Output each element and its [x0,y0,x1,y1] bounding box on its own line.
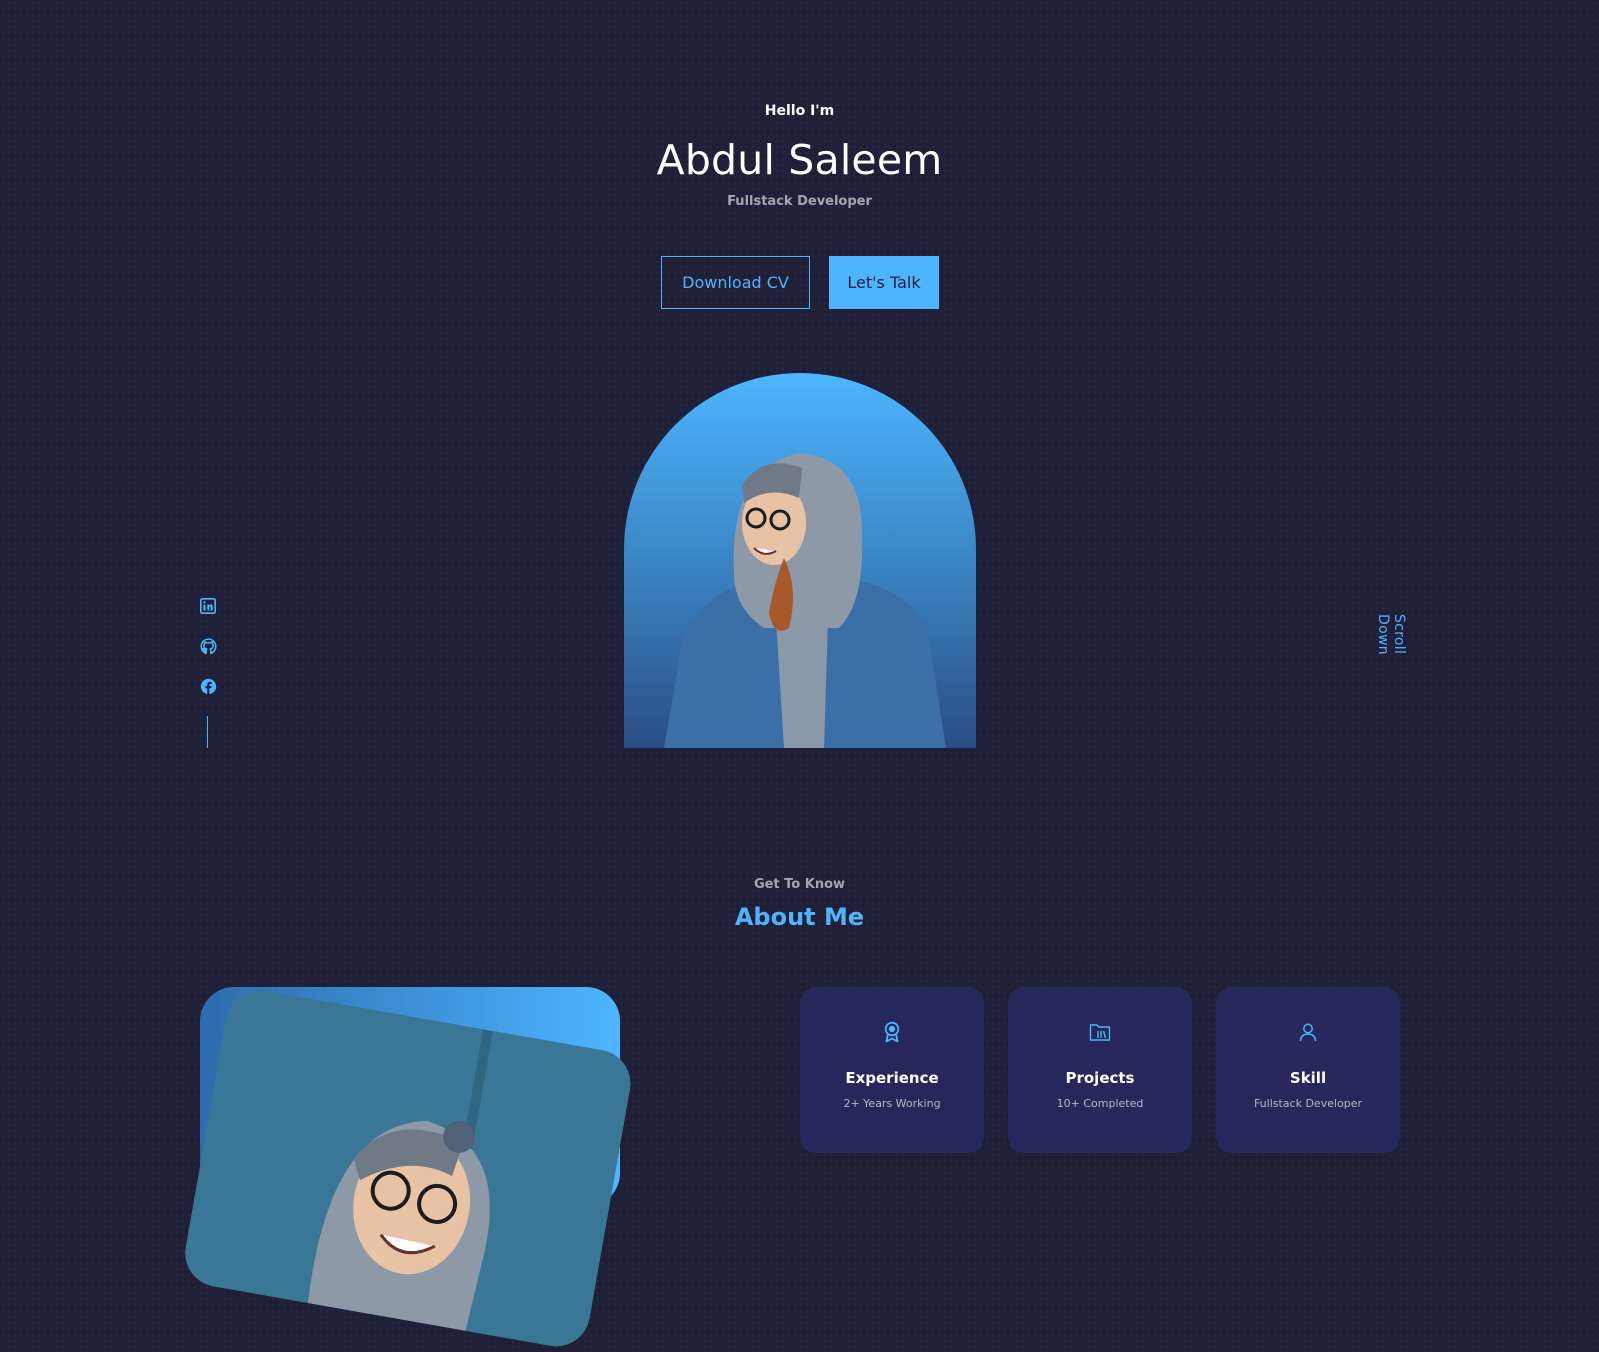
card-subtitle: 2+ Years Working [843,1097,941,1110]
folder-icon [1089,1021,1111,1043]
linkedin-icon[interactable] [199,597,217,615]
hero-portrait [624,373,976,748]
card-title: Experience [845,1069,939,1087]
github-icon[interactable] [199,637,217,655]
about-eyebrow: Get To Know [753,877,846,892]
hero-role: Fullstack Developer [727,194,872,209]
hero-greeting: Hello I'm [764,103,835,119]
social-divider-line [207,716,208,748]
card-title: Skill [1289,1069,1327,1087]
award-icon [881,1021,903,1043]
user-icon [1297,1021,1319,1043]
hero-portrait-figure [664,453,946,748]
about-card-experience: Experience 2+ Years Working [800,987,984,1153]
download-cv-button[interactable]: Download CV [661,256,810,309]
about-card-skill: Skill Fullstack Developer [1216,987,1400,1153]
card-subtitle: 10+ Completed [1056,1097,1144,1110]
lets-talk-button[interactable]: Let's Talk [829,256,939,309]
about-title: About Me [734,903,865,931]
cta-group: Download CV Let's Talk [661,256,939,309]
about-cards: Experience 2+ Years Working Projects 10+… [800,987,1400,1153]
social-links [199,597,217,695]
card-subtitle: Fullstack Developer [1253,1097,1363,1110]
scroll-down-link[interactable]: Scroll Down [1375,614,1407,699]
facebook-icon[interactable] [199,677,217,695]
hero-name: Abdul Saleem [656,136,943,184]
card-title: Projects [1065,1069,1135,1087]
about-card-projects: Projects 10+ Completed [1008,987,1192,1153]
